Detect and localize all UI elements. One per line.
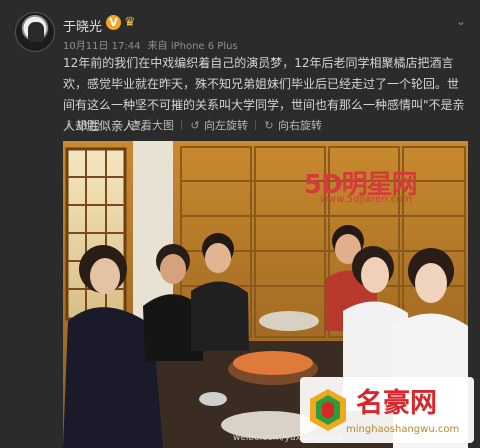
chevron-down-icon[interactable]: ⌄ [452,14,470,28]
watermark-minghao-name: 名豪网 [356,388,437,419]
crown-icon: ♛ [124,15,136,30]
toolbar-divider [255,120,256,130]
view-large-label: 查看大图 [130,119,174,132]
collapse-label: 收起 [78,119,100,132]
post-timestamp[interactable]: 10月11日 17:44 [63,41,140,52]
minghao-logo-icon [310,389,346,431]
rotate-left-button[interactable]: ↺ 向左旋转 [189,117,248,133]
image-toolbar: ⤒ 收起 ⌕ 查看大图 ↺ 向左旋转 ↻ 向右旋转 [63,117,322,137]
avatar-figure [28,22,44,42]
magnifier-icon: ⌕ [117,119,125,132]
user-avatar[interactable] [15,12,55,52]
toolbar-divider [107,120,108,130]
username[interactable]: 于晓光 [63,16,102,35]
rotate-right-icon: ↻ [264,119,274,132]
toolbar-divider [181,120,182,130]
verified-badge-icon: V [106,15,121,30]
rotate-left-label: 向左旋转 [204,119,248,132]
post-meta: 10月11日 17:44 来自 iPhone 6 Plus [63,37,242,52]
view-large-button[interactable]: ⌕ 查看大图 [115,117,174,133]
watermark-5d-url: www.5djiaren.com [320,194,413,205]
collapse-icon: ⤒ [66,119,72,132]
rotate-right-button[interactable]: ↻ 向右旋转 [263,117,322,133]
collapse-button[interactable]: ⤒ 收起 [63,117,100,133]
post-source: 来自 iPhone 6 Plus [147,41,238,52]
rotate-right-label: 向右旋转 [278,119,322,132]
weibo-post: 于晓光 V ♛ ⌄ 10月11日 17:44 来自 iPhone 6 Plus … [0,0,480,448]
rotate-left-icon: ↺ [190,119,200,132]
watermark-minghao-url: minghaoshangwu.com [346,424,460,435]
